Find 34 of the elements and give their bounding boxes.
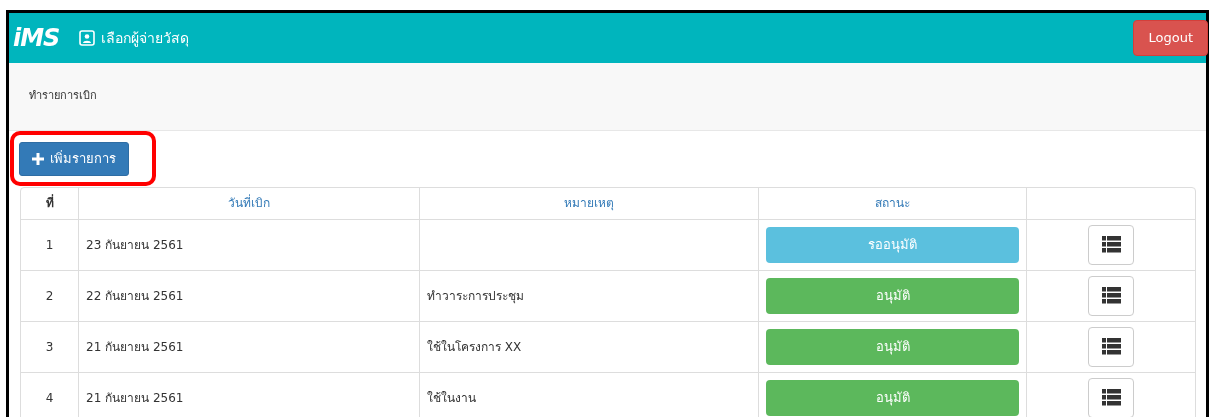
table-cell: ใช้ในงาน [420, 372, 759, 417]
column-header: หมายเหตุ [420, 187, 759, 220]
table-cell: ใช้ในโครงการ XX [420, 321, 759, 373]
logout-button[interactable]: Logout [1133, 20, 1208, 56]
table-cell: 21 กันยายน 2561 [79, 372, 420, 417]
details-button[interactable] [1088, 275, 1134, 316]
list-icon [1101, 236, 1121, 253]
add-item-button[interactable]: เพิ่มรายการ [19, 142, 129, 176]
table-cell: 22 กันยายน 2561 [79, 270, 420, 322]
status-button[interactable]: รออนุมัติ [766, 226, 1019, 263]
plus-icon [32, 152, 44, 165]
column-header: วันที่เบิก [79, 187, 420, 220]
list-icon [1101, 389, 1121, 406]
details-button[interactable] [1088, 377, 1134, 417]
status-button[interactable]: อนุมัติ [766, 328, 1019, 365]
status-button[interactable]: อนุมัติ [766, 277, 1019, 314]
details-button[interactable] [1088, 326, 1134, 367]
table-cell: 3 [21, 321, 79, 373]
table-cell: 2 [21, 270, 79, 322]
table-cell: 4 [21, 372, 79, 417]
column-header: สถานะ [759, 187, 1027, 220]
select-supplier-link[interactable]: เลือกผู้จ่ายวัสดุ [79, 27, 190, 49]
table-cell: 1 [21, 219, 79, 271]
column-header: ที่ [21, 187, 79, 220]
brand-logo[interactable]: iMS [13, 20, 60, 56]
list-icon [1101, 338, 1121, 355]
table-cell: 23 กันยายน 2561 [79, 219, 420, 271]
status-button[interactable]: อนุมัติ [766, 379, 1019, 416]
table-cell: ทำวาระการประชุม [420, 270, 759, 322]
list-icon [1101, 287, 1121, 304]
contact-card-icon [79, 30, 96, 46]
table-cell: 21 กันยายน 2561 [79, 321, 420, 373]
details-button[interactable] [1088, 224, 1134, 265]
breadcrumb: ทำรายการเบิก [29, 88, 97, 105]
